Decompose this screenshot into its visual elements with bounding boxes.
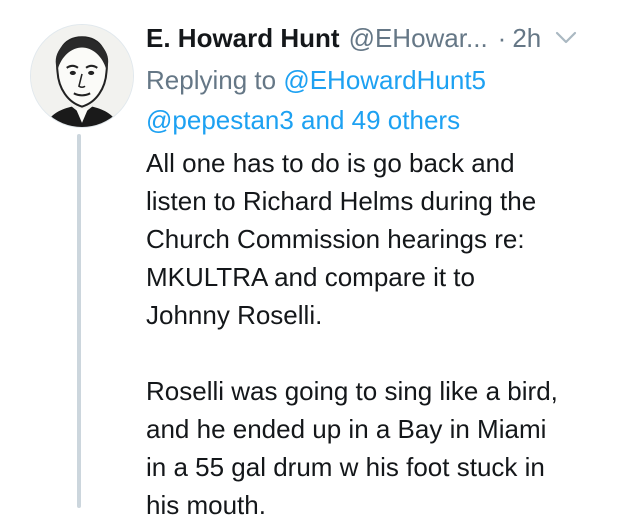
tweet-text: All one has to do is go back and listen … <box>146 144 626 524</box>
separator-dot: · <box>497 22 507 53</box>
text-line: All one has to do is go back and <box>146 148 515 178</box>
text-line: listen to Richard Helms during the <box>146 186 537 216</box>
text-line: Johnny Roselli. <box>146 300 323 330</box>
reply-to-others-link[interactable]: @pepestan3 and 49 others <box>146 105 460 135</box>
text-line: his mouth. <box>146 490 266 520</box>
tweet-paragraph-2: Roselli was going to sing like a bird, a… <box>146 372 626 524</box>
author-name[interactable]: E. Howard Hunt <box>146 23 340 54</box>
text-line: in a 55 gal drum w his foot stuck in <box>146 452 545 482</box>
reply-to-handle-link[interactable]: @EHowardHunt5 <box>283 65 486 95</box>
text-line: and he ended up in a Bay in Miami <box>146 414 547 444</box>
thread-connector-line <box>77 134 81 508</box>
tweet-paragraph-1: All one has to do is go back and listen … <box>146 144 626 334</box>
portrait-sketch-icon <box>31 25 133 127</box>
replying-to: Replying to @EHowardHunt5 @pepestan3 and… <box>146 60 620 140</box>
tweet-header: E. Howard Hunt @EHowar... · 2h <box>146 20 620 56</box>
author-handle[interactable]: @EHowar... <box>349 23 488 54</box>
avatar[interactable] <box>30 24 134 128</box>
replying-to-label: Replying to <box>146 65 277 95</box>
timestamp[interactable]: 2h <box>512 23 541 54</box>
text-line: MKULTRA and compare it to <box>146 262 475 292</box>
text-line: Church Commission hearings re: <box>146 224 525 254</box>
chevron-down-icon[interactable] <box>555 31 577 45</box>
text-line: Roselli was going to sing like a bird, <box>146 376 558 406</box>
